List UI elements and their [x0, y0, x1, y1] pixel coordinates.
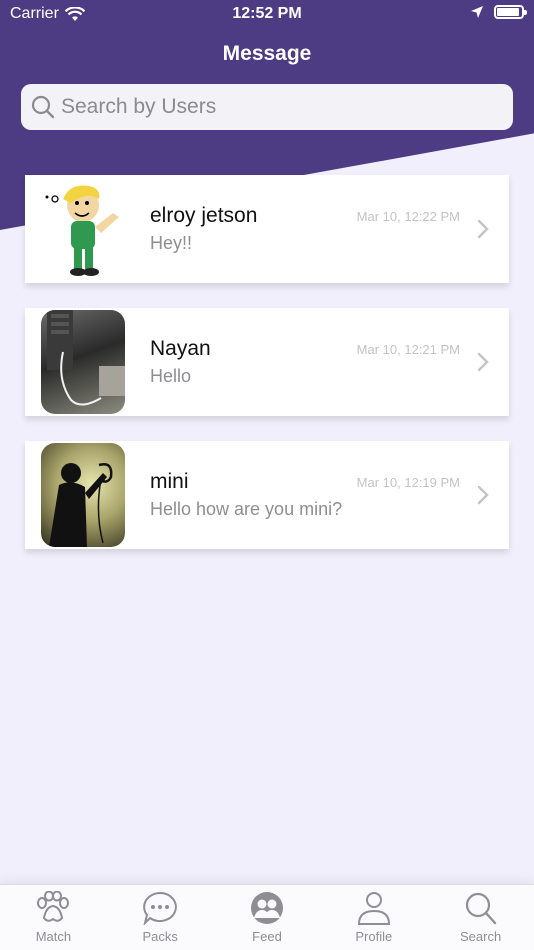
- tab-label: Packs: [142, 929, 178, 944]
- location-arrow-icon: [471, 6, 483, 18]
- message-timestamp: Mar 10, 12:19 PM: [356, 475, 460, 490]
- tab-label: Profile: [355, 929, 393, 944]
- chat-bubble-icon: [143, 891, 178, 925]
- contact-name: elroy jetson: [150, 204, 258, 227]
- search-icon: [465, 892, 496, 925]
- silhouette-avatar: [41, 443, 125, 547]
- contact-name: mini: [150, 470, 189, 493]
- battery-icon: [494, 5, 527, 19]
- tab-label: Match: [35, 929, 72, 944]
- conversation-list: elroy jetson Hey!! Mar 10, 12:22 PM Naya…: [25, 175, 509, 574]
- cartoon-boy-avatar: [41, 177, 125, 281]
- chevron-right-icon: [477, 485, 489, 505]
- tab-bar: Match Packs Feed Profile Search: [0, 884, 534, 950]
- paw-icon: [37, 891, 70, 922]
- status-right: [470, 5, 527, 19]
- contact-name: Nayan: [150, 337, 211, 360]
- tab-feed[interactable]: Feed: [214, 885, 321, 950]
- person-icon: [357, 892, 390, 925]
- search-input[interactable]: [61, 95, 501, 119]
- chevron-right-icon: [477, 219, 489, 239]
- tab-label: Search: [459, 929, 502, 944]
- page-title: Message: [222, 42, 312, 65]
- people-icon: [250, 892, 283, 924]
- tab-match[interactable]: Match: [0, 885, 107, 950]
- status-bar: Carrier 12:52 PM: [0, 0, 534, 30]
- conversation-row-nayan[interactable]: Nayan Hello Mar 10, 12:21 PM: [25, 308, 509, 416]
- search-bar[interactable]: [21, 84, 513, 130]
- message-preview: Hey!!: [150, 233, 193, 253]
- tab-label: Feed: [252, 929, 282, 944]
- tab-search[interactable]: Search: [427, 885, 534, 950]
- tab-profile[interactable]: Profile: [320, 885, 427, 950]
- message-timestamp: Mar 10, 12:21 PM: [356, 342, 460, 357]
- chevron-right-icon: [477, 352, 489, 372]
- message-preview: Hello how are you mini?: [150, 499, 343, 519]
- conversation-row-mini[interactable]: mini Hello how are you mini? Mar 10, 12:…: [25, 441, 509, 549]
- message-preview: Hello: [150, 366, 192, 386]
- status-time: 12:52 PM: [232, 5, 302, 22]
- conversation-row-elroy-jetson[interactable]: elroy jetson Hey!! Mar 10, 12:22 PM: [25, 175, 509, 283]
- message-timestamp: Mar 10, 12:22 PM: [356, 209, 460, 224]
- photo-avatar: [41, 310, 125, 414]
- search-icon: [31, 95, 55, 119]
- tab-packs[interactable]: Packs: [107, 885, 214, 950]
